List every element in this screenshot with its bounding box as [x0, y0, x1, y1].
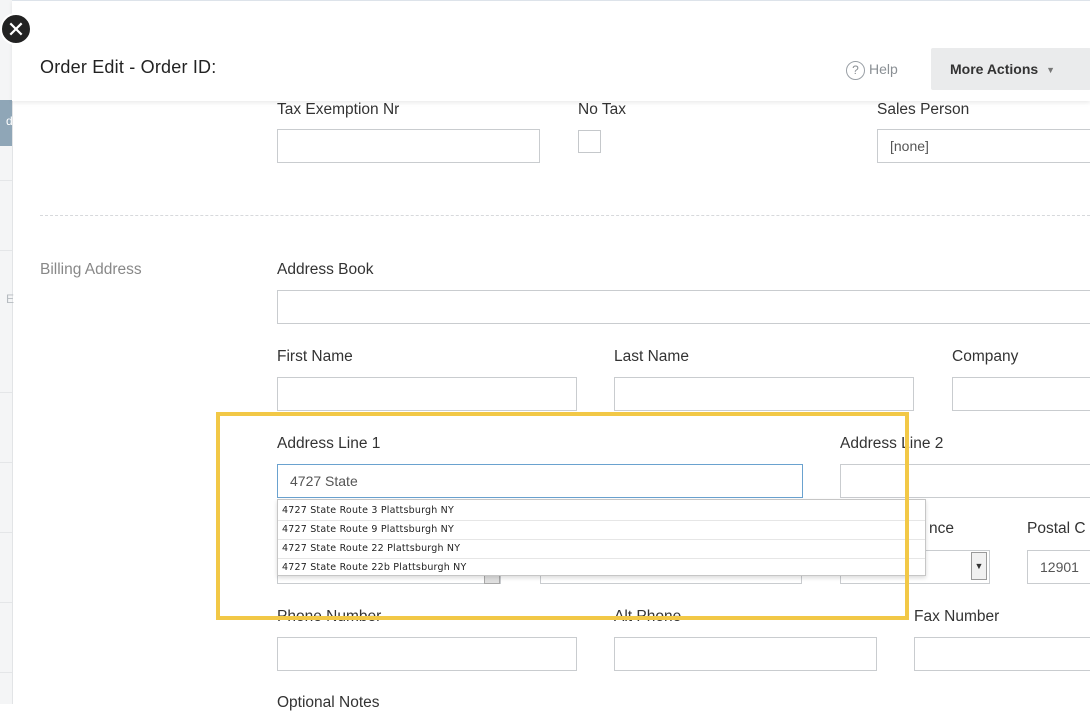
sales-person-label: Sales Person: [877, 101, 970, 118]
address-line-1-label: Address Line 1: [277, 435, 381, 452]
company-input[interactable]: [952, 377, 1090, 411]
postal-code-input[interactable]: [1027, 550, 1090, 584]
close-button[interactable]: ✕: [0, 13, 32, 45]
sales-person-select[interactable]: [877, 129, 1090, 163]
backdrop-edge-text: E: [6, 292, 15, 306]
optional-notes-label: Optional Notes: [277, 694, 380, 711]
phone-number-input[interactable]: [277, 637, 577, 671]
backdrop-divider: [0, 672, 12, 673]
alt-phone-input[interactable]: [614, 637, 877, 671]
phone-number-label: Phone Number: [277, 608, 382, 625]
autocomplete-option[interactable]: 4727 State Route 22 Plattsburgh NY: [278, 540, 925, 559]
alt-phone-label: Alt Phone: [614, 608, 682, 625]
address-line-2-label: Address Line 2: [840, 435, 944, 452]
backdrop-divider: [0, 532, 12, 533]
help-label: Help: [869, 61, 898, 77]
first-name-label: First Name: [277, 348, 353, 365]
question-circle-icon: ?: [846, 61, 865, 80]
backdrop-page-edge: de E: [0, 0, 19, 704]
company-label: Company: [952, 348, 1019, 365]
autocomplete-option[interactable]: 4727 State Route 9 Plattsburgh NY: [278, 521, 925, 540]
fax-number-label: Fax Number: [914, 608, 1000, 625]
postal-code-label: Postal C: [1027, 520, 1086, 537]
address-line-2-input[interactable]: [840, 464, 1090, 498]
close-icon: ✕: [6, 17, 26, 42]
address-line-1-input[interactable]: [277, 464, 803, 498]
tax-exemption-label: Tax Exemption Nr: [277, 101, 400, 118]
modal-header: Order Edit - Order ID: ? Help More Action…: [12, 0, 1090, 101]
last-name-input[interactable]: [614, 377, 914, 411]
tax-exemption-input[interactable]: [277, 129, 540, 163]
backdrop-divider: [0, 602, 12, 603]
address-book-input[interactable]: [277, 290, 1090, 324]
help-link[interactable]: ? Help: [846, 61, 898, 80]
billing-address-section-label: Billing Address: [40, 261, 142, 278]
backdrop-divider: [0, 180, 12, 181]
chevron-down-icon: ▼: [1046, 65, 1056, 75]
backdrop-divider: [0, 462, 12, 463]
backdrop-divider: [0, 392, 12, 393]
province-label: nce: [929, 520, 954, 537]
section-divider: [40, 215, 1090, 216]
first-name-input[interactable]: [277, 377, 577, 411]
backdrop-edge-text: de: [6, 114, 20, 128]
fax-number-input[interactable]: [914, 637, 1090, 671]
address-autocomplete-dropdown: 4727 State Route 3 Plattsburgh NY 4727 S…: [277, 499, 926, 576]
modal-title: Order Edit - Order ID:: [40, 57, 217, 77]
address-book-label: Address Book: [277, 261, 374, 278]
autocomplete-option[interactable]: 4727 State Route 22b Plattsburgh NY: [278, 559, 925, 577]
last-name-label: Last Name: [614, 348, 689, 365]
autocomplete-option[interactable]: 4727 State Route 3 Plattsburgh NY: [278, 502, 925, 521]
backdrop-divider: [0, 250, 12, 251]
no-tax-label: No Tax: [578, 101, 626, 118]
chevron-down-icon[interactable]: ▼: [971, 552, 987, 580]
more-actions-button[interactable]: More Actions ▼: [931, 48, 1090, 90]
more-actions-label: More Actions: [950, 61, 1039, 77]
no-tax-checkbox[interactable]: [578, 130, 601, 153]
